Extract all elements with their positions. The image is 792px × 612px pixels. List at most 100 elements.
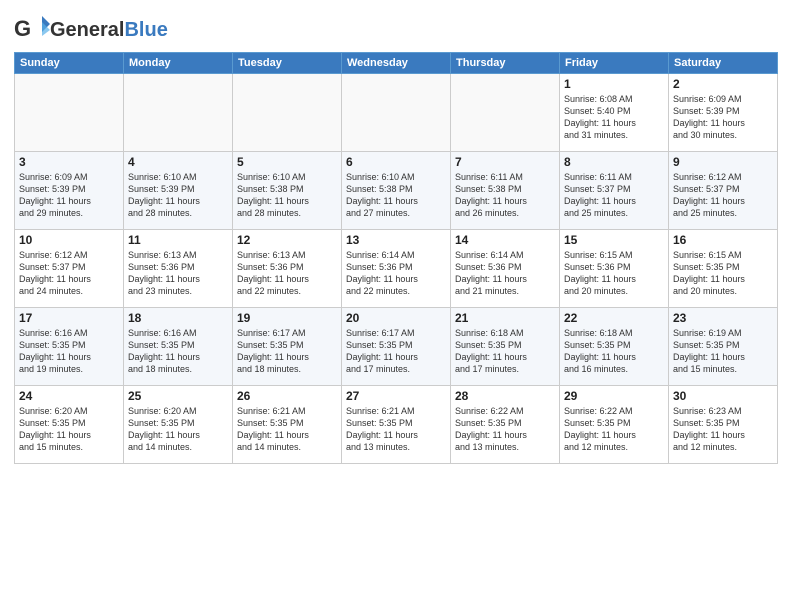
day-detail-line: Sunset: 5:35 PM <box>128 340 195 350</box>
calendar-cell: 22Sunrise: 6:18 AMSunset: 5:35 PMDayligh… <box>560 308 669 386</box>
day-number: 21 <box>455 311 555 325</box>
day-detail: Sunrise: 6:21 AMSunset: 5:35 PMDaylight:… <box>346 405 446 454</box>
day-detail-line: Sunset: 5:35 PM <box>346 418 413 428</box>
day-detail-line: Daylight: 11 hours <box>673 118 745 128</box>
weekday-header-row: SundayMondayTuesdayWednesdayThursdayFrid… <box>15 53 778 74</box>
calendar-cell <box>233 74 342 152</box>
day-detail: Sunrise: 6:11 AMSunset: 5:38 PMDaylight:… <box>455 171 555 220</box>
day-detail-line: and 13 minutes. <box>346 442 410 452</box>
calendar-week-row: 17 Sunrise: 6:16 AM Sunset: 5:35 PM Dayligh… <box>15 308 778 386</box>
day-detail-line: Daylight: 11 hours <box>673 196 745 206</box>
calendar-cell: 27Sunrise: 6:21 AMSunset: 5:35 PMDayligh… <box>342 386 451 464</box>
day-detail-line: Sunrise: 6:10 AM <box>237 172 306 182</box>
header: G GeneralBlue <box>14 10 778 46</box>
calendar-cell: 8Sunrise: 6:11 AMSunset: 5:37 PMDaylight… <box>560 152 669 230</box>
day-detail-line: Sunrise: 6:09 AM <box>673 94 742 104</box>
day-detail-line: and 26 minutes. <box>455 208 519 218</box>
day-detail-line: and 25 minutes. <box>673 208 737 218</box>
day-detail-line: Sunrise: 6:13 AM <box>128 250 197 260</box>
day-detail-line: and 12 minutes. <box>564 442 628 452</box>
day-detail-line: and 14 minutes. <box>237 442 301 452</box>
day-number: 10 <box>19 233 119 247</box>
day-detail-line: and 15 minutes. <box>19 442 83 452</box>
day-detail-line: Sunrise: 6:11 AM <box>455 172 523 182</box>
calendar-cell: 9Sunrise: 6:12 AMSunset: 5:37 PMDaylight… <box>669 152 778 230</box>
day-detail-line: Sunrise: 6:09 AM <box>19 172 88 182</box>
day-detail: Sunrise: 6:14 AMSunset: 5:36 PMDaylight:… <box>455 249 555 298</box>
day-detail-line: Sunrise: 6:18 AM <box>564 328 633 338</box>
day-detail-line: Daylight: 11 hours <box>128 196 200 206</box>
day-detail-line: Sunset: 5:38 PM <box>237 184 304 194</box>
day-detail-line: Daylight: 11 hours <box>564 118 636 128</box>
day-detail-line: Sunrise: 6:12 AM <box>673 172 742 182</box>
day-detail-line: Sunrise: 6:23 AM <box>673 406 742 416</box>
calendar-cell: 12Sunrise: 6:13 AMSunset: 5:36 PMDayligh… <box>233 230 342 308</box>
calendar-cell: 24Sunrise: 6:20 AMSunset: 5:35 PMDayligh… <box>15 386 124 464</box>
day-number: 17 <box>19 311 119 325</box>
day-number: 8 <box>564 155 664 169</box>
day-detail-line: Sunrise: 6:14 AM <box>455 250 524 260</box>
day-detail-line: Sunset: 5:40 PM <box>564 106 631 116</box>
calendar-cell: 20 Sunrise: 6:17 AMSunset: 5:35 PMDayligh… <box>342 308 451 386</box>
day-detail-line: Sunrise: 6:11 AM <box>564 172 632 182</box>
calendar-cell: 11Sunrise: 6:13 AMSunset: 5:36 PMDayligh… <box>124 230 233 308</box>
day-detail-line: Daylight: 11 hours <box>346 274 418 284</box>
day-detail-line: Daylight: 11 hours <box>455 430 527 440</box>
calendar-cell: 5 Sunrise: 6:10 AM Sunset: 5:38 PM Daylight… <box>233 152 342 230</box>
day-detail: Sunrise: 6:09 AMSunset: 5:39 PMDaylight:… <box>673 93 773 142</box>
day-number: 24 <box>19 389 119 403</box>
day-number: 25 <box>128 389 228 403</box>
day-detail-line: Daylight: 11 hours <box>128 430 200 440</box>
day-detail-line: Sunset: 5:36 PM <box>564 262 631 272</box>
day-detail-line: Sunrise: 6:19 AM <box>673 328 742 338</box>
page: G GeneralBlue SundayMondayTuesdayWednesd… <box>0 0 792 612</box>
calendar-cell <box>124 74 233 152</box>
day-detail-line: Sunrise: 6:15 AM <box>564 250 633 260</box>
day-detail-line: Sunset: 5:38 PM <box>455 184 522 194</box>
day-detail-line: and 12 minutes. <box>673 442 737 452</box>
day-detail-line: Sunset: 5:35 PM <box>673 418 740 428</box>
day-detail-line: and 14 minutes. <box>128 442 192 452</box>
day-number: 20 <box>346 311 446 325</box>
day-detail-line: Daylight: 11 hours <box>19 196 91 206</box>
day-detail-line: Daylight: 11 hours <box>673 274 745 284</box>
day-detail: Sunrise: 6:10 AMSunset: 5:38 PMDaylight:… <box>346 171 446 220</box>
day-detail-line: Sunset: 5:39 PM <box>19 184 86 194</box>
calendar-table: SundayMondayTuesdayWednesdayThursdayFrid… <box>14 52 778 464</box>
day-detail-line: Sunrise: 6:21 AM <box>346 406 415 416</box>
day-detail-line: and 28 minutes. <box>128 208 192 218</box>
day-detail-line: Sunrise: 6:22 AM <box>455 406 524 416</box>
day-detail: Sunrise: 6:08 AMSunset: 5:40 PMDaylight:… <box>564 93 664 142</box>
day-detail-line: and 20 minutes. <box>564 286 628 296</box>
day-number: 11 <box>128 233 228 247</box>
day-detail: Sunrise: 6:17 AMSunset: 5:35 PMDaylight:… <box>237 327 337 376</box>
day-detail-line: Sunset: 5:35 PM <box>673 262 740 272</box>
weekday-header-saturday: Saturday <box>669 53 778 74</box>
day-detail-line: Daylight: 11 hours <box>237 196 309 206</box>
day-detail-line: Sunrise: 6:16 AM <box>19 328 88 338</box>
day-number: 5 <box>237 155 337 169</box>
day-detail-line: and 16 minutes. <box>564 364 628 374</box>
day-detail-line: Daylight: 11 hours <box>128 274 200 284</box>
day-detail-line: and 29 minutes. <box>19 208 83 218</box>
day-detail-line: Daylight: 11 hours <box>455 274 527 284</box>
day-detail-line: Sunrise: 6:12 AM <box>19 250 88 260</box>
calendar-cell: 30Sunrise: 6:23 AMSunset: 5:35 PMDayligh… <box>669 386 778 464</box>
day-detail: Sunrise: 6:15 AM Sunset: 5:35 PM Daylight:… <box>673 249 773 298</box>
day-detail-line: Daylight: 11 hours <box>564 196 636 206</box>
day-detail-line: Daylight: 11 hours <box>564 430 636 440</box>
day-number: 28 <box>455 389 555 403</box>
day-detail-line: Sunset: 5:36 PM <box>237 262 304 272</box>
day-detail: Sunrise: 6:21 AMSunset: 5:35 PMDaylight:… <box>237 405 337 454</box>
day-detail-line: Sunset: 5:39 PM <box>128 184 195 194</box>
day-detail-line: Sunset: 5:35 PM <box>346 340 413 350</box>
day-detail-line: Sunrise: 6:15 AM <box>673 250 742 260</box>
day-detail-line: Sunset: 5:35 PM <box>564 340 631 350</box>
day-detail-line: Sunset: 5:35 PM <box>455 418 522 428</box>
calendar-cell: 4Sunrise: 6:10 AMSunset: 5:39 PMDaylight… <box>124 152 233 230</box>
day-detail: Sunrise: 6:17 AMSunset: 5:35 PMDaylight:… <box>346 327 446 376</box>
day-detail-line: Daylight: 11 hours <box>673 430 745 440</box>
day-detail-line: and 25 minutes. <box>564 208 628 218</box>
day-detail-line: Daylight: 11 hours <box>237 352 309 362</box>
day-detail: Sunrise: 6:10 AM Sunset: 5:38 PM Daylight:… <box>237 171 337 220</box>
